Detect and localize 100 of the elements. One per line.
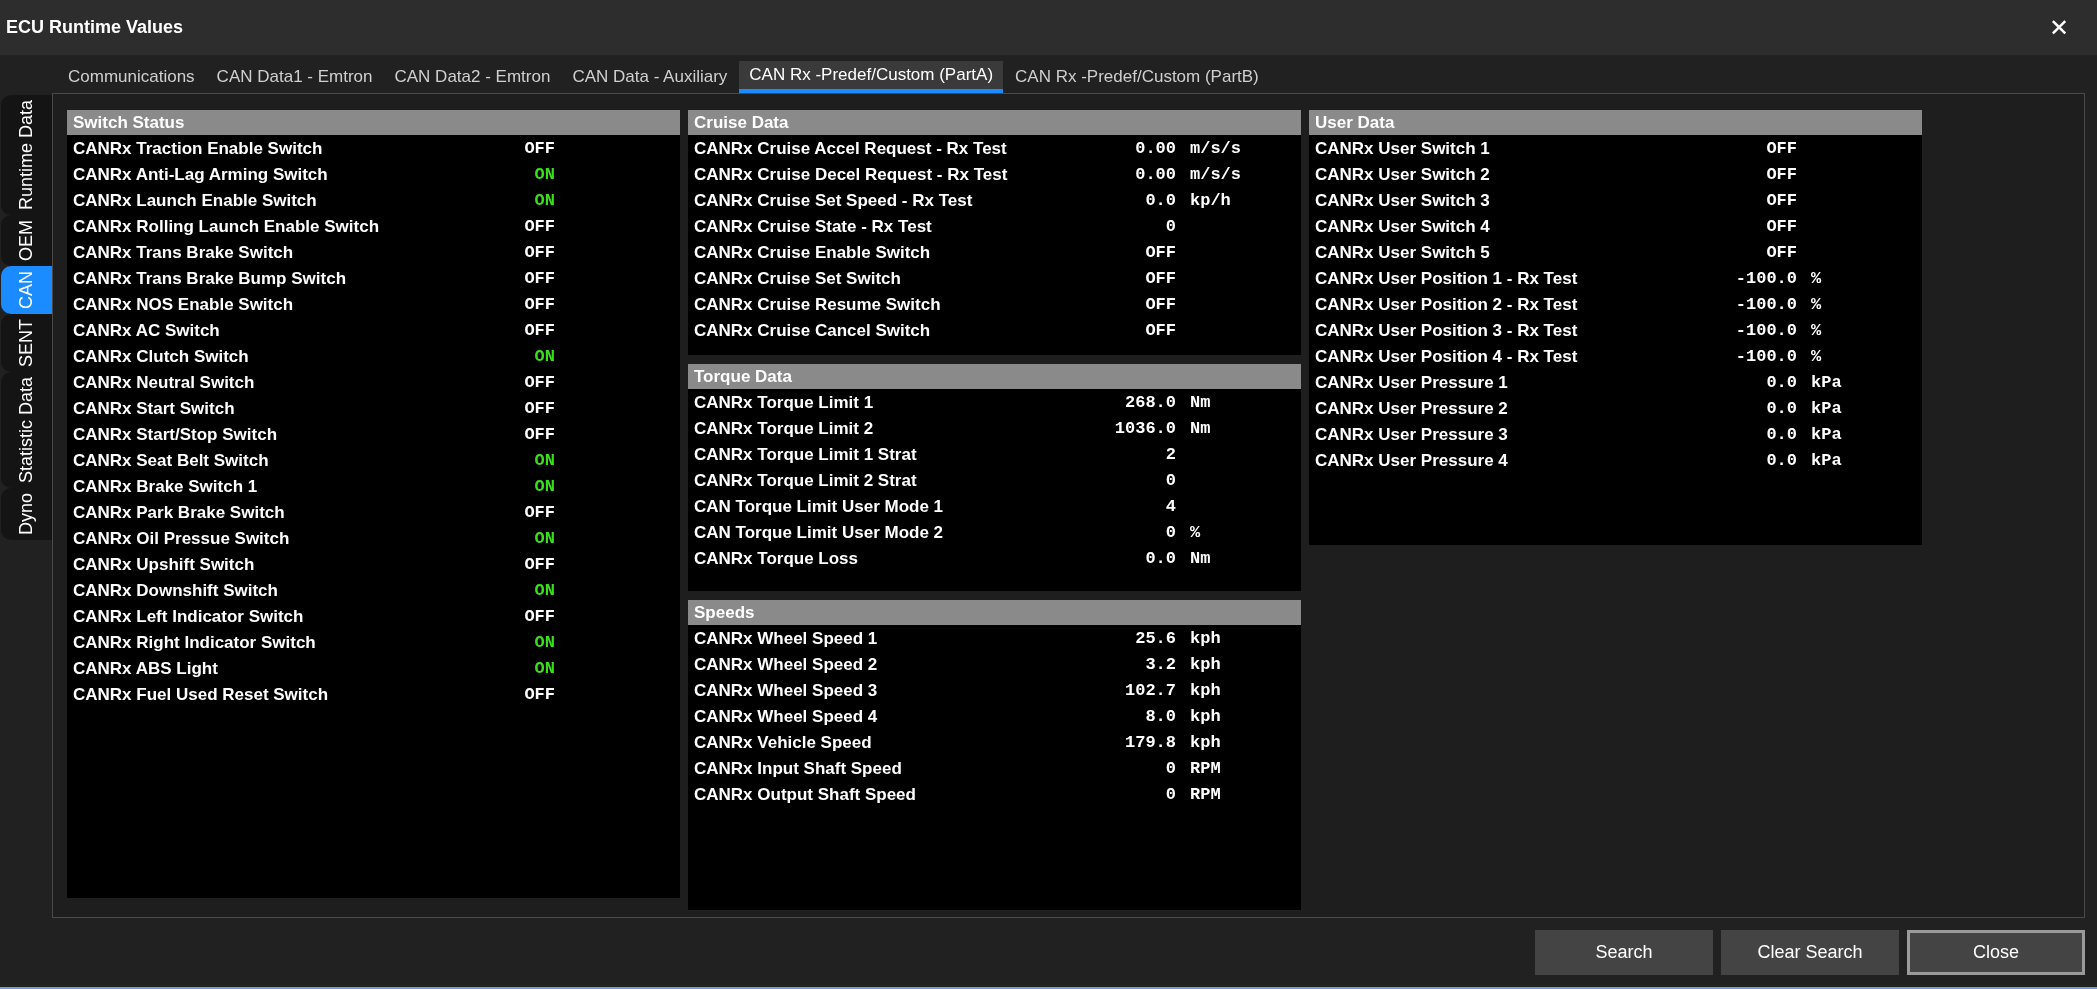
unit-label: RPM xyxy=(1190,784,1221,807)
value-label: CANRx Trans Brake Switch xyxy=(73,242,295,265)
value-reading: ON xyxy=(533,580,555,603)
value-reading: OFF xyxy=(1144,268,1176,291)
value-label: CANRx User Position 3 - Rx Test xyxy=(1315,320,1579,343)
value-reading: 0 xyxy=(1164,216,1176,239)
unit-label: kPa xyxy=(1811,450,1842,473)
value-label: CANRx Anti-Lag Arming Switch xyxy=(73,164,329,187)
value-reading: ON xyxy=(533,450,555,473)
value-label: CANRx Wheel Speed 3 xyxy=(694,680,879,703)
value-reading: 179.8 xyxy=(1124,732,1176,755)
value-reading: OFF xyxy=(523,216,555,239)
value-reading: OFF xyxy=(523,294,555,317)
value-reading: 0.0 xyxy=(1765,424,1797,447)
value-label: CANRx Torque Loss xyxy=(694,548,860,571)
value-reading: OFF xyxy=(523,242,555,265)
tab[interactable]: CAN Data1 - Emtron xyxy=(206,61,383,93)
value-label: CANRx Cruise Accel Request - Rx Test xyxy=(694,138,1008,161)
value-reading: 0.0 xyxy=(1765,398,1797,421)
value-label: CANRx Launch Enable Switch xyxy=(73,190,318,213)
value-label: CANRx Cruise Enable Switch xyxy=(694,242,932,265)
value-label: CANRx Neutral Switch xyxy=(73,372,256,395)
value-reading: OFF xyxy=(523,268,555,291)
dialog-button[interactable]: Clear Search xyxy=(1721,929,1899,975)
side-tab[interactable]: Dyno xyxy=(1,488,52,541)
value-label: CANRx NOS Enable Switch xyxy=(73,294,295,317)
dialog-button[interactable]: Search xyxy=(1535,929,1713,975)
value-reading: 0.0 xyxy=(1144,548,1176,571)
unit-label: kPa xyxy=(1811,372,1842,395)
value-label: CANRx User Position 4 - Rx Test xyxy=(1315,346,1579,369)
value-reading: OFF xyxy=(523,554,555,577)
tab[interactable]: CAN Rx -Predef/Custom (PartB) xyxy=(1005,61,1269,93)
unit-label: % xyxy=(1811,320,1822,343)
value-label: CANRx Torque Limit 2 xyxy=(694,418,875,441)
value-label: CANRx Fuel Used Reset Switch xyxy=(73,684,330,707)
side-tab[interactable]: Runtime Data xyxy=(1,95,52,216)
value-label: CANRx Upshift Switch xyxy=(73,554,256,577)
value-label: CANRx User Pressure 2 xyxy=(1315,398,1509,421)
unit-label: kph xyxy=(1190,628,1221,651)
tab[interactable]: CAN Rx -Predef/Custom (PartA) xyxy=(739,61,1004,93)
tab[interactable]: CAN Data - Auxiliary xyxy=(562,61,738,93)
value-label: CANRx User Switch 4 xyxy=(1315,216,1491,239)
value-reading: OFF xyxy=(1765,216,1797,239)
value-label: CANRx Wheel Speed 2 xyxy=(694,654,879,677)
unit-label: Nm xyxy=(1190,418,1211,441)
value-reading: 8.0 xyxy=(1144,706,1176,729)
value-reading: OFF xyxy=(523,398,555,421)
unit-label: % xyxy=(1811,268,1822,291)
value-label: CANRx Cruise Decel Request - Rx Test xyxy=(694,164,1009,187)
panel-header: Switch Status xyxy=(67,110,680,135)
value-reading: 102.7 xyxy=(1124,680,1176,703)
value-label: CANRx Wheel Speed 4 xyxy=(694,706,879,729)
value-label: CANRx Cruise Resume Switch xyxy=(694,294,942,317)
value-label: CANRx User Switch 5 xyxy=(1315,242,1491,265)
tab[interactable]: CAN Data2 - Emtron xyxy=(384,61,561,93)
panel-header: User Data xyxy=(1309,110,1922,135)
value-reading: OFF xyxy=(1765,242,1797,265)
value-label: CAN Torque Limit User Mode 2 xyxy=(694,522,945,545)
value-reading: 3.2 xyxy=(1144,654,1176,677)
value-label: CANRx User Position 1 - Rx Test xyxy=(1315,268,1579,291)
value-label: CANRx User Switch 1 xyxy=(1315,138,1491,161)
value-label: CANRx Torque Limit 1 xyxy=(694,392,875,415)
dialog-button[interactable]: Close xyxy=(1907,929,2085,975)
tab[interactable]: Communications xyxy=(58,61,205,93)
value-label: CANRx Park Brake Switch xyxy=(73,502,286,525)
value-reading: 0.00 xyxy=(1134,138,1176,161)
side-tab[interactable]: SENT xyxy=(1,314,52,373)
unit-label: kPa xyxy=(1811,424,1842,447)
value-reading: ON xyxy=(533,528,555,551)
value-label: CANRx Cruise Set Switch xyxy=(694,268,902,291)
value-label: CANRx Left Indicator Switch xyxy=(73,606,305,629)
value-reading: 0.00 xyxy=(1134,164,1176,187)
value-reading: OFF xyxy=(523,424,555,447)
value-reading: OFF xyxy=(523,684,555,707)
unit-label: kPa xyxy=(1811,398,1842,421)
unit-label: Nm xyxy=(1190,392,1211,415)
value-reading: 4 xyxy=(1164,496,1176,519)
window-title: ECU Runtime Values xyxy=(6,16,184,39)
unit-label: % xyxy=(1811,346,1822,369)
value-reading: ON xyxy=(533,164,555,187)
value-label: CANRx Wheel Speed 1 xyxy=(694,628,879,651)
value-label: CANRx Cruise State - Rx Test xyxy=(694,216,933,239)
side-tab[interactable]: Statistic Data xyxy=(1,372,52,489)
side-tab[interactable]: OEM xyxy=(1,215,52,267)
value-label: CANRx Brake Switch 1 xyxy=(73,476,259,499)
unit-label: % xyxy=(1190,522,1201,545)
value-reading: ON xyxy=(533,476,555,499)
value-label: CANRx AC Switch xyxy=(73,320,221,343)
value-label: CANRx Trans Brake Bump Switch xyxy=(73,268,347,291)
value-reading: OFF xyxy=(1765,164,1797,187)
value-label: CANRx Torque Limit 1 Strat xyxy=(694,444,918,467)
unit-label: Nm xyxy=(1190,548,1211,571)
value-reading: OFF xyxy=(523,320,555,343)
unit-label: m/s/s xyxy=(1190,164,1241,187)
value-reading: 25.6 xyxy=(1134,628,1176,651)
value-label: CANRx Cruise Set Speed - Rx Test xyxy=(694,190,974,213)
value-reading: OFF xyxy=(523,502,555,525)
value-reading: -100.0 xyxy=(1734,320,1797,343)
value-label: CANRx User Position 2 - Rx Test xyxy=(1315,294,1579,317)
value-reading: 0.0 xyxy=(1765,450,1797,473)
